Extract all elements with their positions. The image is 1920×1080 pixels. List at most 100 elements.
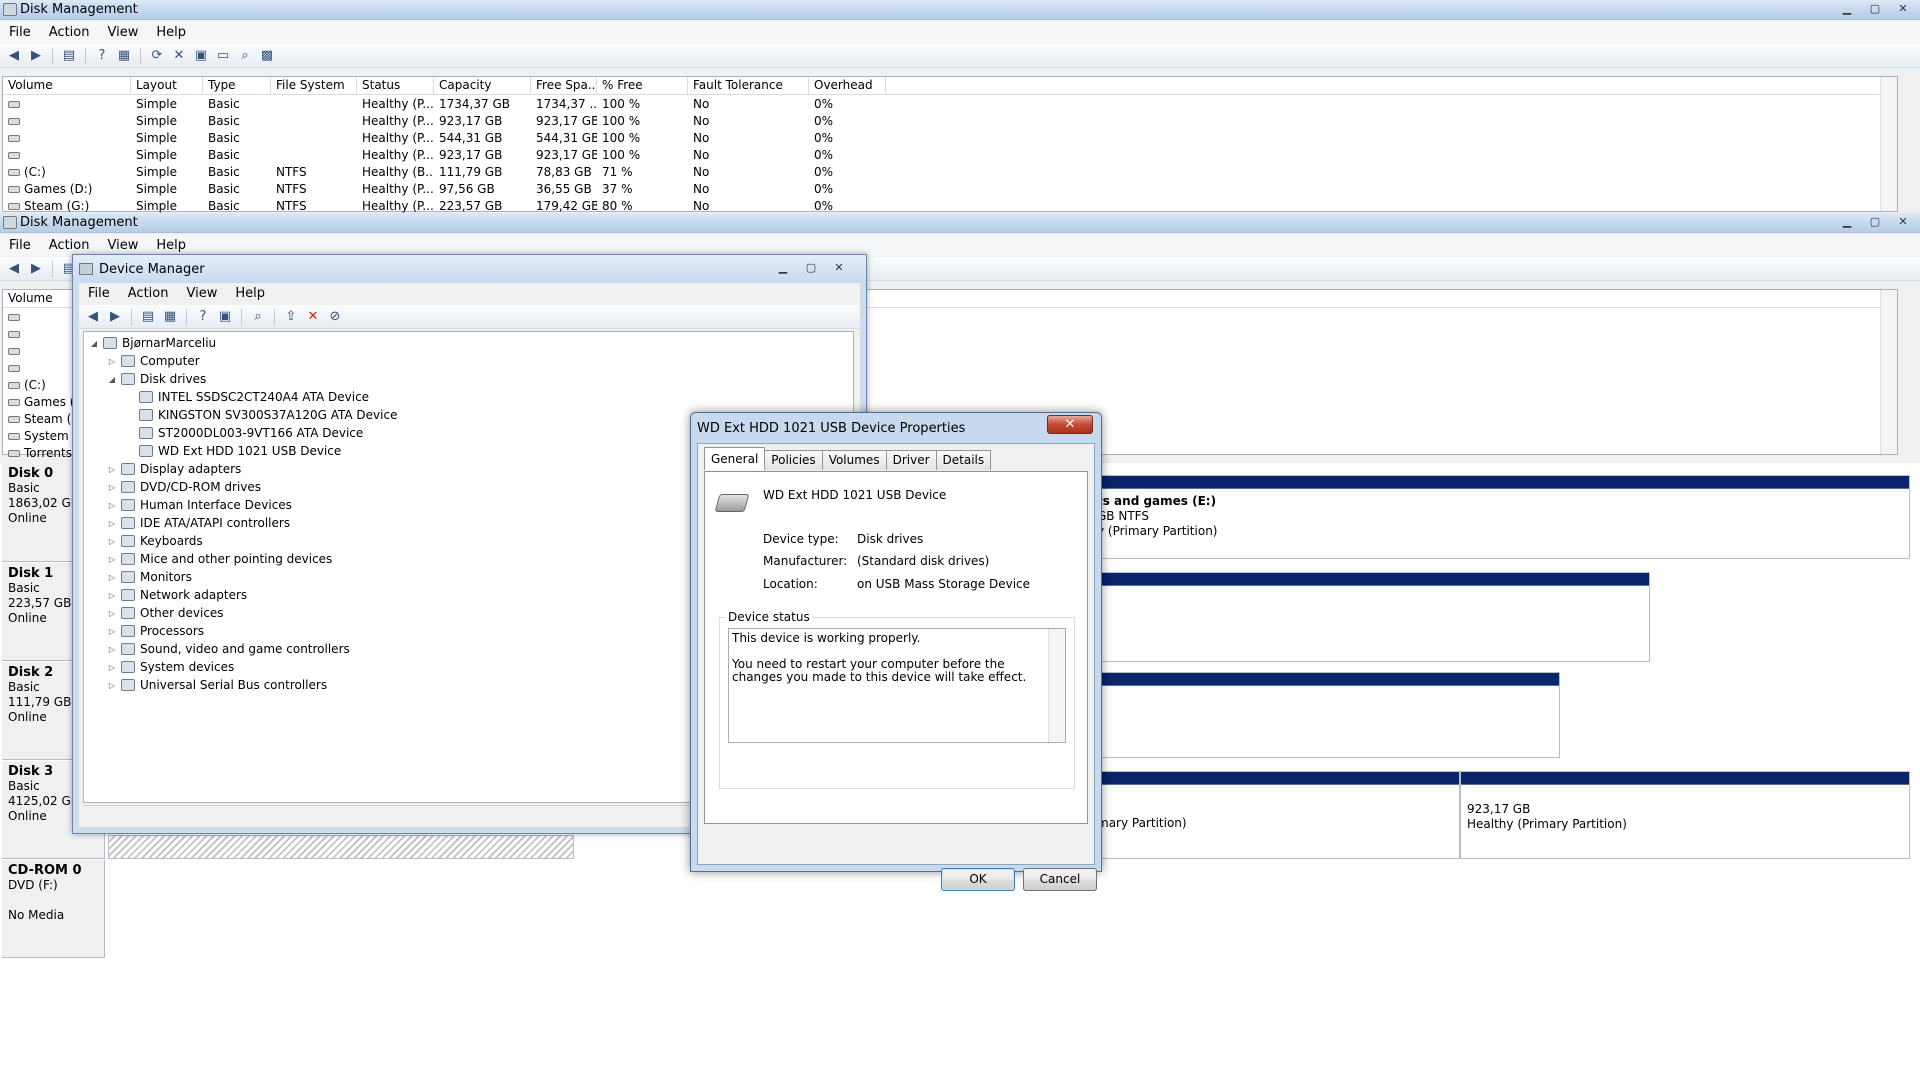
tree-device[interactable]: WD Ext HDD 1021 USB Device	[124, 442, 341, 460]
table-row[interactable]: Games (D:) Simple Basic NTFS Healthy (P... 97…	[3, 180, 1897, 197]
open-icon[interactable]: ▭	[215, 48, 231, 64]
back-icon[interactable]: ◀	[85, 309, 101, 325]
menu-view[interactable]: View	[177, 286, 226, 301]
expand-icon[interactable]: ▷	[106, 357, 118, 366]
tree-category[interactable]: ▷ Network adapters	[106, 586, 247, 604]
back-icon[interactable]: ◀	[6, 261, 22, 277]
table-row[interactable]: Simple Basic Healthy (P... 923,17 GB 923,17 …	[3, 146, 1897, 163]
collapse-icon[interactable]: ◢	[106, 375, 118, 384]
expand-icon[interactable]: ▷	[106, 627, 118, 636]
tree-device[interactable]: KINGSTON SV300S37A120G ATA Device	[124, 406, 397, 424]
minimize-button[interactable]: ▁	[1834, 213, 1860, 229]
view-icon[interactable]: ▣	[217, 309, 233, 325]
rescan-icon[interactable]: ▣	[193, 48, 209, 64]
status-scrollbar[interactable]	[1048, 629, 1065, 742]
scan-hardware-icon[interactable]: ⌕	[250, 309, 266, 325]
cancel-button[interactable]: Cancel	[1023, 868, 1097, 891]
expand-icon[interactable]: ▷	[106, 573, 118, 582]
refresh-icon[interactable]: ⟳	[149, 48, 165, 64]
table-row[interactable]: Steam (G:) Simple Basic NTFS Healthy (P... 22…	[3, 197, 1897, 214]
tab-policies[interactable]: Policies	[764, 450, 823, 470]
tab-details[interactable]: Details	[935, 450, 992, 470]
tab-general[interactable]: General	[704, 447, 766, 470]
cdrom-0-label[interactable]: CD-ROM 0 DVD (F:) No Media	[2, 860, 105, 958]
col-layout[interactable]: Layout	[131, 77, 203, 94]
tree-category[interactable]: ◢ Disk drives	[106, 370, 206, 388]
console-tree-icon[interactable]: ▤	[61, 48, 77, 64]
tree-category[interactable]: ▷ Universal Serial Bus controllers	[106, 676, 327, 694]
menu-help[interactable]: Help	[226, 286, 274, 301]
tab-volumes[interactable]: Volumes	[821, 450, 887, 470]
update-driver-icon[interactable]: ⇪	[283, 309, 299, 325]
device-status-text[interactable]: This device is working properly. You nee…	[728, 628, 1066, 743]
settings-icon[interactable]: ▩	[259, 48, 275, 64]
col-file-system[interactable]: File System	[271, 77, 357, 94]
tree-category[interactable]: ▷ Keyboards	[106, 532, 203, 550]
expand-icon[interactable]: ▷	[106, 501, 118, 510]
tree-category[interactable]: ▷ Other devices	[106, 604, 224, 622]
col-fault-tolerance[interactable]: Fault Tolerance	[688, 77, 809, 94]
partition-disk0-games-e[interactable]: ts and games (E:) GB NTFS y (Primary Par…	[1090, 475, 1910, 559]
tree-category[interactable]: ▷ Mice and other pointing devices	[106, 550, 332, 568]
expand-icon[interactable]: ▷	[106, 519, 118, 528]
tree-category[interactable]: ▷ IDE ATA/ATAPI controllers	[106, 514, 290, 532]
col-percent-free[interactable]: % Free	[597, 77, 688, 94]
close-button[interactable]: ✕	[1890, 0, 1916, 16]
table-row[interactable]: (C:) Simple Basic NTFS Healthy (B... 111,79 G…	[3, 163, 1897, 180]
col-status[interactable]: Status	[357, 77, 434, 94]
menu-file[interactable]: File	[0, 25, 40, 40]
col-volume[interactable]: Volume	[3, 77, 131, 94]
tree-device[interactable]: ST2000DL003-9VT166 ATA Device	[124, 424, 363, 442]
properties-icon[interactable]: ▦	[116, 48, 132, 64]
properties-icon[interactable]: ▦	[162, 309, 178, 325]
expand-icon[interactable]: ▷	[106, 465, 118, 474]
table-row[interactable]: Simple Basic Healthy (P... 544,31 GB 544,31 …	[3, 129, 1897, 146]
partition-disk1[interactable]	[1090, 572, 1650, 662]
menu-action[interactable]: Action	[119, 286, 178, 301]
col-type[interactable]: Type	[203, 77, 271, 94]
expand-icon[interactable]: ▷	[106, 537, 118, 546]
partition-disk3-right[interactable]: 923,17 GB Healthy (Primary Partition)	[1460, 771, 1910, 859]
menu-file[interactable]: File	[79, 286, 119, 301]
tree-device[interactable]: INTEL SSDSC2CT240A4 ATA Device	[124, 388, 369, 406]
delete-icon[interactable]: ✕	[171, 48, 187, 64]
col-free-space[interactable]: Free Spa...	[531, 77, 597, 94]
expand-icon[interactable]: ▷	[106, 645, 118, 654]
menu-action[interactable]: Action	[40, 25, 99, 40]
tree-category[interactable]: ▷ Human Interface Devices	[106, 496, 292, 514]
expand-icon[interactable]: ▷	[106, 681, 118, 690]
tree-category[interactable]: ▷ Sound, video and game controllers	[106, 640, 350, 658]
ok-button[interactable]: OK	[941, 868, 1015, 891]
maximize-button[interactable]: ▢	[1862, 0, 1888, 16]
tab-driver[interactable]: Driver	[885, 450, 937, 470]
uninstall-icon[interactable]: ✕	[305, 309, 321, 325]
help-icon[interactable]: ?	[94, 48, 110, 64]
table-row[interactable]: Simple Basic Healthy (P... 1734,37 GB 1734,3…	[3, 95, 1897, 112]
close-button[interactable]: ✕	[1047, 415, 1093, 434]
partition-disk2[interactable]	[1090, 672, 1560, 758]
expand-icon[interactable]: ▷	[106, 609, 118, 618]
help-icon[interactable]: ?	[195, 309, 211, 325]
forward-icon[interactable]: ▶	[28, 261, 44, 277]
tree-category[interactable]: ▷ DVD/CD-ROM drives	[106, 478, 261, 496]
volume-list-scrollbar[interactable]	[1880, 77, 1897, 211]
expand-icon[interactable]: ▷	[106, 663, 118, 672]
tree-category[interactable]: ▷ Processors	[106, 622, 204, 640]
console-tree-icon[interactable]: ▤	[140, 309, 156, 325]
expand-icon[interactable]: ▷	[106, 483, 118, 492]
tree-root[interactable]: ◢ BjørnarMarceliu	[88, 334, 216, 352]
collapse-icon[interactable]: ◢	[88, 339, 100, 348]
menu-view[interactable]: View	[98, 238, 147, 253]
tree-category[interactable]: ▷ Monitors	[106, 568, 192, 586]
tree-category[interactable]: ▷ Display adapters	[106, 460, 241, 478]
minimize-button[interactable]: ▁	[770, 259, 796, 275]
col-capacity[interactable]: Capacity	[434, 77, 531, 94]
expand-icon[interactable]: ▷	[106, 555, 118, 564]
partition-disk3-mid[interactable]: mary Partition)	[1090, 771, 1460, 859]
menu-view[interactable]: View	[98, 25, 147, 40]
volume-list-scrollbar[interactable]	[1880, 290, 1897, 454]
close-button[interactable]: ✕	[1890, 213, 1916, 229]
col-overhead[interactable]: Overhead	[809, 77, 886, 94]
tree-category[interactable]: ▷ System devices	[106, 658, 234, 676]
disable-icon[interactable]: ⊘	[327, 309, 343, 325]
